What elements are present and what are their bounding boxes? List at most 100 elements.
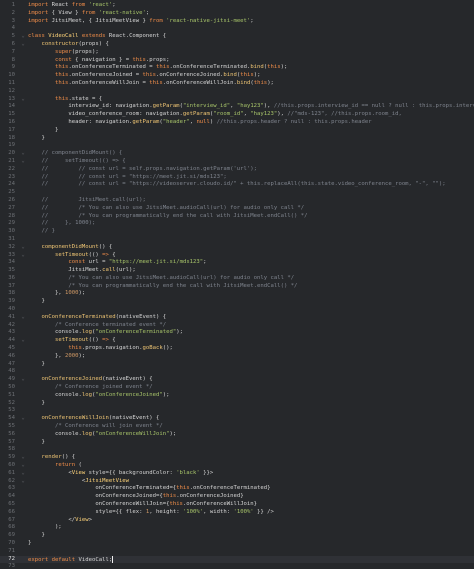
fold-chevron-icon[interactable]: ⌄ [18, 96, 28, 104]
code-line[interactable]: 25 [0, 189, 474, 197]
code-line[interactable]: 53 [0, 407, 474, 415]
fold-chevron-icon[interactable]: ⌄ [18, 150, 28, 158]
fold-chevron-icon[interactable]: ⌄ [18, 244, 28, 252]
code-line[interactable]: 61 ⌄ <View style={{ backgroundColor: 'bla… [0, 470, 474, 478]
fold-gutter [18, 446, 28, 454]
code-line[interactable]: 46 }, 2000); [0, 353, 474, 361]
code-line[interactable]: 55 /* Conference will join event */ [0, 423, 474, 431]
code-line[interactable]: 4 [0, 25, 474, 33]
code-line[interactable]: 54 ⌄ onConferenceWillJoin(nativeEvent) { [0, 415, 474, 423]
code-line[interactable]: 50 /* Conference joined event */ [0, 384, 474, 392]
fold-chevron-icon[interactable]: ⌄ [18, 462, 28, 470]
code-line[interactable]: 63 onConferenceTerminated={this.onConfer… [0, 485, 474, 493]
code-line[interactable]: 68 ); [0, 524, 474, 532]
code-line[interactable]: 62 ⌄ <JitsiMeetView [0, 478, 474, 486]
code-line[interactable]: 9 this.onConferenceTerminated = this.onC… [0, 64, 474, 72]
code-line[interactable]: 22 // // const url = self.props.navigati… [0, 166, 474, 174]
fold-chevron-icon[interactable]: ⌄ [18, 314, 28, 322]
code-line[interactable]: 58 [0, 446, 474, 454]
code-line[interactable]: 19 [0, 142, 474, 150]
code-line[interactable]: 67 </View> [0, 517, 474, 525]
line-number: 10 [8, 72, 15, 79]
code-line[interactable]: 5 ⌄ class VideoCall extends React.Componen… [0, 33, 474, 41]
code-line[interactable]: 64 onConferenceJoined={this.onConference… [0, 493, 474, 501]
code-line[interactable]: 28 // /* You can programmatically end th… [0, 213, 474, 221]
code-line[interactable]: 31 [0, 236, 474, 244]
code-line[interactable]: 47 } [0, 361, 474, 369]
code-line[interactable]: 35 JitsiMeet.call(url); [0, 267, 474, 275]
code-line[interactable]: 37 /* You can programmatically end the c… [0, 283, 474, 291]
code-line[interactable]: 45 this.props.navigation.goBack(); [0, 345, 474, 353]
code-line[interactable]: 48 [0, 368, 474, 376]
code-line[interactable]: 16 header: navigation.getParam("header",… [0, 119, 474, 127]
code-line[interactable]: 33 ⌄ setTimeout(() => { [0, 252, 474, 260]
fold-chevron-icon[interactable]: ⌄ [18, 33, 28, 41]
code-line[interactable]: 8 const { navigation } = this.props; [0, 57, 474, 65]
code-line[interactable]: 59 ⌄ render() { [0, 454, 474, 462]
code-line[interactable]: 42 /* Conference terminated event */ [0, 322, 474, 330]
fold-chevron-icon[interactable]: ⌄ [18, 41, 28, 49]
code-line[interactable]: 43 console.log("onConferenceTerminated")… [0, 329, 474, 337]
code-line[interactable]: 11 this.onConferenceWillJoin = this.onCo… [0, 80, 474, 88]
code-line[interactable]: 29 // }, 1000); [0, 220, 474, 228]
fold-chevron-icon[interactable]: ⌄ [18, 376, 28, 384]
code-line[interactable]: 3 import JitsiMeet, { JitsiMeetView } fro… [0, 18, 474, 26]
code-line[interactable]: 66 style={{ flex: 1, height: '100%', wid… [0, 509, 474, 517]
code-line[interactable]: 73 [0, 563, 474, 569]
code-line[interactable]: 27 // /* You can also use JitsiMeet.audi… [0, 205, 474, 213]
code-line[interactable]: 65 onConferenceWillJoin={this.onConferen… [0, 501, 474, 509]
code-line[interactable]: 24 // // const url = "https://videoserve… [0, 181, 474, 189]
code-line[interactable]: 1 import React from 'react'; [0, 2, 474, 10]
code-line[interactable]: 44 ⌄ setTimeout(() => { [0, 337, 474, 345]
code-text: componentDidMount() { [28, 244, 112, 252]
fold-chevron-icon[interactable]: ⌄ [18, 158, 28, 166]
fold-chevron-icon[interactable]: ⌄ [18, 470, 28, 478]
fold-chevron-icon[interactable]: ⌄ [18, 454, 28, 462]
code-line[interactable]: 56 console.log("onConferenceWillJoin"); [0, 431, 474, 439]
code-token: } [28, 134, 45, 141]
code-token: .onConferenceWillJoin = [68, 79, 150, 86]
code-line[interactable]: 52 } [0, 400, 474, 408]
fold-chevron-icon[interactable]: ⌄ [18, 337, 28, 345]
code-line[interactable]: 72 export default VideoCall; [0, 555, 474, 564]
code-line[interactable]: 18 } [0, 135, 474, 143]
code-line[interactable]: 12 [0, 88, 474, 96]
code-token: ; [145, 9, 150, 16]
code-line[interactable]: 10 this.onConferenceJoined = this.onConf… [0, 72, 474, 80]
code-token: ); [169, 430, 177, 437]
code-line[interactable]: 7 super(props); [0, 49, 474, 57]
code-line[interactable]: 26 // JitsiMeet.call(url); [0, 197, 474, 205]
fold-chevron-icon[interactable]: ⌄ [18, 252, 28, 260]
code-line[interactable]: 13 ⌄ this.state = { [0, 96, 474, 104]
fold-chevron-icon[interactable]: ⌄ [18, 478, 28, 486]
code-line[interactable]: 51 console.log("onConferenceJoined"); [0, 392, 474, 400]
code-line[interactable]: 17 } [0, 127, 474, 135]
code-line[interactable]: 41 ⌄ onConferenceTerminated(nativeEvent) … [0, 314, 474, 322]
code-line[interactable]: 69 } [0, 532, 474, 540]
code-editor[interactable]: 1 import React from 'react'; 2 import { Vie… [0, 0, 474, 569]
code-line[interactable]: 40 [0, 306, 474, 314]
code-line[interactable]: 15 video_conference_room: navigation.get… [0, 111, 474, 119]
code-line[interactable]: 32 ⌄ componentDidMount() { [0, 244, 474, 252]
code-line[interactable]: 70} [0, 540, 474, 548]
code-line[interactable]: 23 // // const url = "https://meet.jit.s… [0, 174, 474, 182]
code-line[interactable]: 36 /* You can also use JitsiMeet.audioCa… [0, 275, 474, 283]
code-line[interactable]: 49 ⌄ onConferenceJoined(nativeEvent) { [0, 376, 474, 384]
code-line[interactable]: 38 }, 1000); [0, 290, 474, 298]
code-line[interactable]: 39 } [0, 298, 474, 306]
line-number: 25 [8, 189, 15, 196]
code-token: } [28, 126, 59, 133]
code-line[interactable]: 60 ⌄ return ( [0, 462, 474, 470]
code-line[interactable]: 6 ⌄ constructor(props) { [0, 41, 474, 49]
code-line[interactable]: 57 } [0, 439, 474, 447]
code-line[interactable]: 34 const url = "https://meet.jit.si/mds1… [0, 259, 474, 267]
fold-chevron-icon[interactable]: ⌄ [18, 415, 28, 423]
code-line[interactable]: 2 import { View } from 'react-native'; [0, 10, 474, 18]
code-line[interactable]: 20 ⌄ // componentDidMount() { [0, 150, 474, 158]
code-line[interactable]: 30 // } [0, 228, 474, 236]
fold-gutter [18, 174, 28, 182]
code-line[interactable]: 71 [0, 548, 474, 556]
code-line[interactable]: 14 interview_id: navigation.getParam("in… [0, 103, 474, 111]
fold-gutter [18, 259, 28, 267]
code-line[interactable]: 21 ⌄ // setTimeout(() => { [0, 158, 474, 166]
